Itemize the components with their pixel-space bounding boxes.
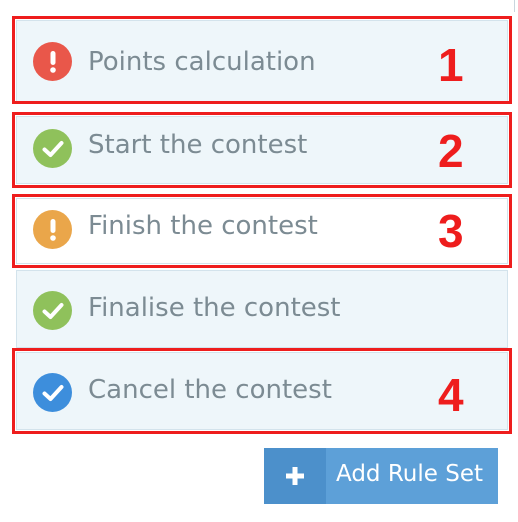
plus-icon [264, 448, 326, 504]
annotation-box-3 [12, 194, 512, 268]
rule-item-finalise-contest[interactable]: Finalise the contest [16, 270, 508, 348]
add-rule-set-label: Add Rule Set [336, 461, 483, 487]
annotation-number-4: 4 [438, 369, 464, 421]
add-rule-set-button[interactable]: Add Rule Set [264, 448, 498, 504]
annotation-number-2: 2 [438, 125, 464, 177]
annotation-box-4 [12, 348, 512, 434]
check-icon [33, 291, 72, 330]
annotation-box-2 [12, 112, 512, 188]
annotation-box-1 [12, 16, 512, 104]
annotation-number-3: 3 [438, 205, 464, 257]
rule-label: Finalise the contest [88, 293, 341, 323]
annotation-number-1: 1 [438, 39, 464, 91]
